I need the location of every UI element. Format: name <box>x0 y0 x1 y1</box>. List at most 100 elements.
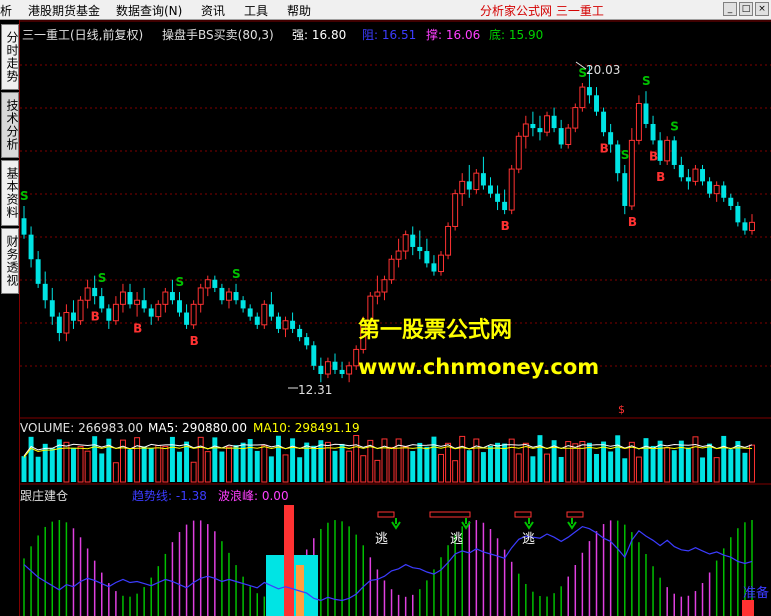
tab-fundamentals[interactable]: 基本资料 <box>1 160 19 226</box>
candle-body <box>713 184 720 195</box>
menu-item-analysis[interactable]: 析 <box>0 2 12 19</box>
volume-bar <box>635 456 642 483</box>
volume-bar <box>169 436 175 482</box>
candle-body <box>318 365 324 375</box>
volume-bar <box>544 453 551 483</box>
candle-body <box>177 300 182 313</box>
volume-bar <box>197 436 204 483</box>
menu-item-help[interactable]: 帮助 <box>287 2 311 19</box>
sell-signal: S <box>621 148 630 162</box>
ma10-value: MA10: 298491.19 <box>253 421 360 435</box>
indicator2-name: 跟庄建仓 <box>20 489 69 503</box>
candle-body <box>332 361 338 370</box>
candle-body <box>537 128 543 133</box>
volume-bar <box>742 452 748 482</box>
volume-bar <box>565 441 572 483</box>
minimize-icon[interactable]: _ <box>723 2 737 16</box>
volume-bar <box>530 456 536 482</box>
volume-bar <box>438 453 444 483</box>
candle-body <box>71 312 76 321</box>
volume-bar <box>112 462 119 483</box>
candle-body <box>162 291 169 305</box>
volume-bar <box>586 442 592 482</box>
volume-bar <box>749 444 755 483</box>
maximize-icon[interactable]: □ <box>739 2 753 16</box>
escape-label-3: 逃 <box>522 532 536 547</box>
close-icon[interactable]: × <box>755 2 769 16</box>
tab-intraday[interactable]: 分时走势 <box>1 24 19 90</box>
volume-bar <box>141 446 147 482</box>
volume-bar <box>127 449 133 482</box>
volume-bar <box>488 445 493 482</box>
volume-bar <box>190 461 197 483</box>
volume-bar <box>650 445 656 482</box>
menu-item-news[interactable]: 资讯 <box>201 2 225 19</box>
volume-bar <box>155 444 162 483</box>
volume-bar <box>360 455 367 483</box>
candle-body <box>579 86 586 109</box>
candle-body <box>508 168 515 211</box>
candle-body <box>35 259 41 284</box>
watermark-title: 第一股票公式网 <box>358 318 513 343</box>
candle-body <box>728 197 734 206</box>
menu-item-data-query[interactable]: 数据查询(N) <box>116 2 182 19</box>
candle-body <box>622 173 628 206</box>
volume-bar <box>28 436 34 482</box>
tab-technical[interactable]: 技术分析 <box>1 92 19 158</box>
candle-body <box>473 172 480 191</box>
candle-body <box>339 369 345 375</box>
wave-peak-value: 波浪峰: 0.00 <box>218 489 289 503</box>
buy-signal: B <box>656 170 665 184</box>
strong-value: 强: 16.80 <box>292 28 347 42</box>
escape-arrow-icon <box>391 518 401 530</box>
candle-body <box>247 308 253 317</box>
candle-body <box>388 258 395 281</box>
candle-body <box>28 234 34 260</box>
candle-body <box>381 279 388 293</box>
volume-bar <box>480 452 486 482</box>
volume-bar <box>594 453 599 482</box>
tab-financials[interactable]: 财务透视 <box>1 228 19 294</box>
menu-item-tools[interactable]: 工具 <box>244 2 268 19</box>
ready-bar-red <box>742 600 754 616</box>
chart-area[interactable]: SSSSSSSSBBBBBBBB 三一重工(日线,前复权) 操盘手BS买卖(80… <box>20 20 771 616</box>
bottom-value: 底: 15.90 <box>489 28 544 42</box>
candle-body <box>558 128 564 145</box>
candle-body <box>99 296 105 309</box>
candle-body <box>544 115 551 133</box>
volume-bar <box>643 438 649 482</box>
candle-body <box>601 111 607 133</box>
volume-bar <box>290 438 296 482</box>
volume-bar <box>212 437 218 482</box>
volume-bar <box>537 435 543 482</box>
candle-body <box>438 254 444 273</box>
volume-bar <box>713 457 720 483</box>
candle-body <box>402 234 409 252</box>
volume-bar <box>515 453 522 483</box>
candle-body <box>304 337 310 346</box>
candle-body <box>565 127 572 145</box>
volume-bar <box>346 450 353 483</box>
stock-name: 三一重工(日线,前复权) <box>22 28 144 42</box>
volume-bar <box>628 441 635 483</box>
candle-body <box>141 300 147 309</box>
candle-body <box>311 345 317 366</box>
candle-body <box>63 312 70 334</box>
ma5-line <box>23 443 753 457</box>
volume-bar <box>282 454 289 483</box>
escape-arrow-icon <box>524 518 534 530</box>
candle-body <box>127 292 133 305</box>
candle-body <box>586 87 592 96</box>
volume-bar <box>508 438 515 483</box>
volume-bar <box>71 447 76 482</box>
menu-item-hk-futures[interactable]: 港股期货基金 <box>28 2 100 19</box>
volume-bar <box>374 459 381 483</box>
candle-body <box>530 123 536 129</box>
candle-body <box>225 291 232 301</box>
volume-bar <box>92 436 98 482</box>
candle-body <box>346 365 353 375</box>
candle-body <box>261 303 268 326</box>
volume-bar <box>692 436 699 483</box>
candle-body <box>657 140 663 161</box>
volume-bar <box>424 446 430 482</box>
